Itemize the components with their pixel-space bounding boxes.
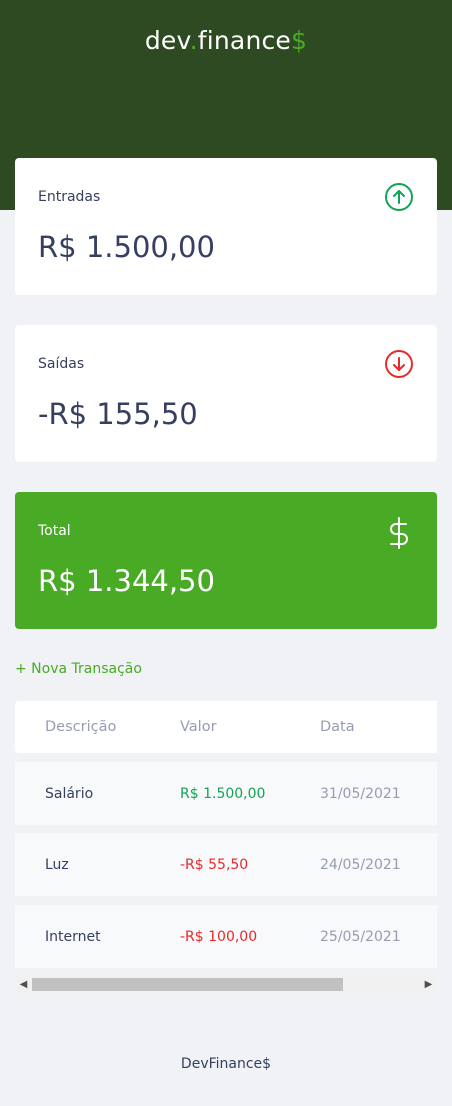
row-amount: R$ 1.500,00	[180, 785, 266, 802]
arrow-down-circle-icon	[384, 349, 414, 379]
logo-dot: .	[189, 26, 198, 55]
column-header-date: Data	[320, 719, 355, 735]
income-value: R$ 1.500,00	[38, 230, 215, 264]
column-header-description: Descrição	[45, 719, 117, 735]
footer: DevFinance$	[180, 1056, 272, 1072]
arrow-up-circle-icon	[384, 182, 414, 212]
scroll-right-icon[interactable]: ▶	[420, 976, 437, 993]
table-row: Internet -R$ 100,00 25/05/2021	[15, 905, 437, 968]
total-card: Total R$ 1.344,50	[15, 492, 437, 629]
table-row: Luz -R$ 55,50 24/05/2021	[15, 833, 437, 896]
total-label: Total	[38, 523, 71, 539]
total-value: R$ 1.344,50	[38, 564, 215, 598]
row-description: Internet	[45, 928, 101, 945]
new-transaction-button[interactable]: + Nova Transação	[15, 661, 142, 677]
row-description: Salário	[45, 785, 94, 802]
row-amount: -R$ 100,00	[180, 928, 258, 945]
dollar-sign-icon	[384, 516, 414, 549]
table-header: Descrição Valor Data	[15, 701, 437, 753]
logo-finance: finance	[197, 26, 292, 55]
scroll-left-icon[interactable]: ◀	[15, 976, 32, 993]
row-amount: -R$ 55,50	[180, 856, 249, 873]
logo-dev: dev	[144, 26, 190, 55]
expense-value: -R$ 155,50	[38, 397, 198, 431]
expense-label: Saídas	[38, 356, 85, 372]
scroll-thumb[interactable]	[32, 978, 343, 991]
column-header-amount: Valor	[180, 719, 217, 735]
income-card: Entradas R$ 1.500,00	[15, 158, 437, 295]
horizontal-scrollbar[interactable]: ◀ ▶	[15, 976, 437, 993]
row-date: 25/05/2021	[320, 928, 401, 945]
income-label: Entradas	[38, 189, 101, 205]
table-row: Salário R$ 1.500,00 31/05/2021	[15, 762, 437, 825]
row-date: 24/05/2021	[320, 856, 401, 873]
logo: dev.finance$	[0, 26, 452, 55]
logo-dollar: $	[291, 26, 308, 55]
expense-card: Saídas -R$ 155,50	[15, 325, 437, 462]
row-date: 31/05/2021	[320, 785, 401, 802]
row-description: Luz	[45, 856, 69, 873]
